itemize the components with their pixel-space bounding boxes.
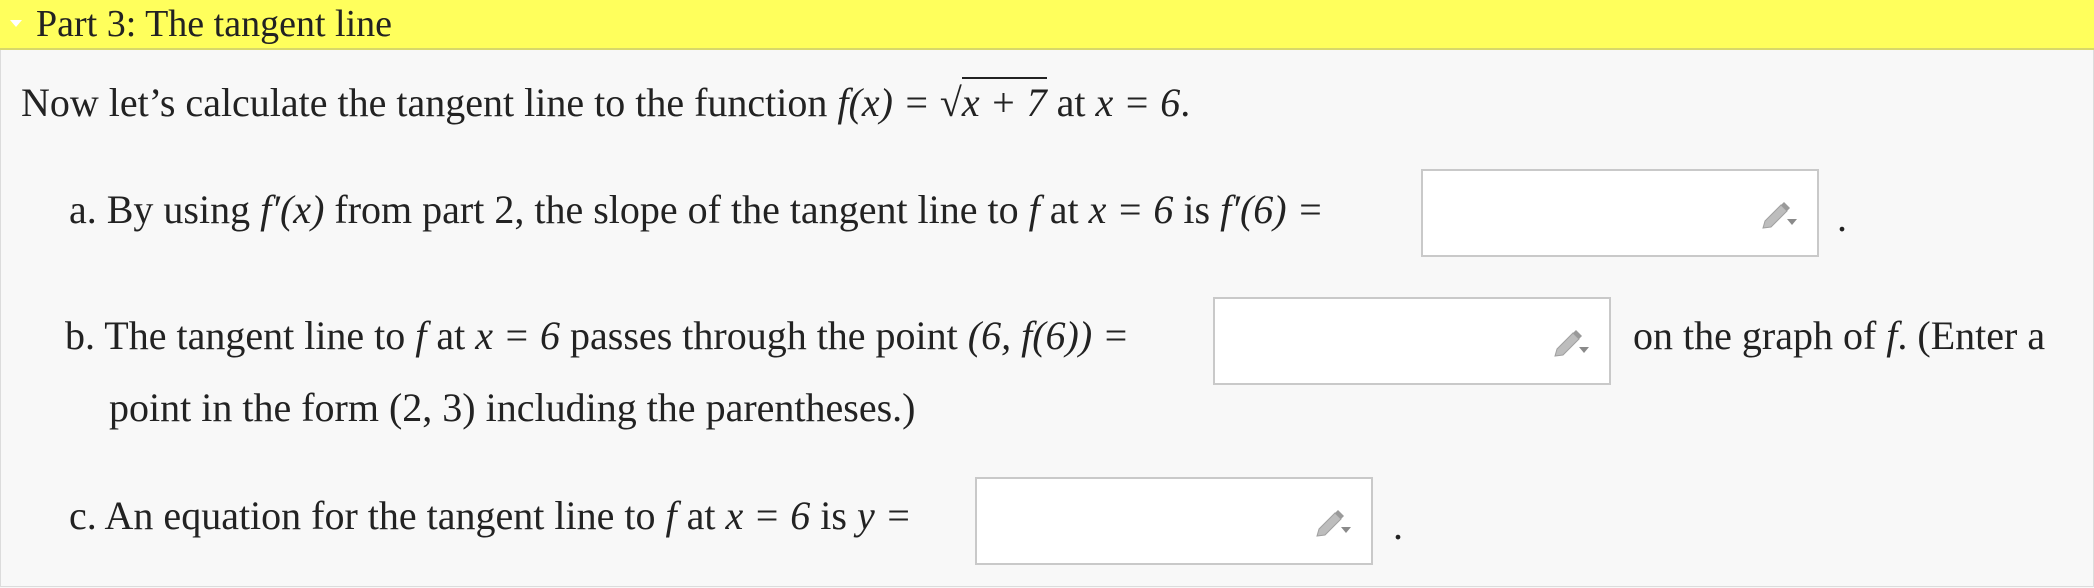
part-b-at: at [426, 313, 476, 358]
answer-input-a[interactable] [1423, 171, 1817, 255]
part-a-text: from part 2, the slope of the tangent li… [324, 187, 1029, 232]
part-b-after: on the graph of f. (Enter a [1633, 312, 2045, 360]
answer-box-a[interactable] [1421, 169, 1819, 257]
part-a-at: at [1039, 187, 1089, 232]
intro-math-sqrt-arg: x + 7 [961, 77, 1047, 125]
answer-box-c[interactable] [975, 477, 1373, 565]
part-title: Part 3: The tangent line [36, 3, 392, 45]
answer-input-b[interactable] [1215, 299, 1609, 383]
part-b-math-f: f [415, 313, 427, 358]
part-c-math-x: x = 6 [725, 493, 811, 538]
part-header[interactable]: Part 3: The tangent line [0, 0, 2094, 50]
part-b-text: passes through the point [560, 313, 968, 358]
part-a-sentence: a. By using f′(x) from part 2, the slope… [69, 186, 1324, 234]
pencil-edit-icon[interactable] [1551, 325, 1591, 357]
intro-text: Now let’s calculate the tangent line to … [21, 80, 838, 125]
part-a-label: a. By using [69, 187, 261, 232]
intro-math-f: f(x) = [837, 80, 940, 125]
part-b-math-point: (6, f(6)) = [967, 313, 1130, 358]
part-a-period: . [1837, 195, 1847, 240]
part-panel: Now let’s calculate the tangent line to … [0, 50, 2094, 587]
answer-input-c[interactable] [977, 479, 1371, 563]
sqrt-symbol: √ [939, 80, 962, 125]
answer-box-b[interactable] [1213, 297, 1611, 385]
intro-period: . [1180, 80, 1191, 125]
part-b-math-x: x = 6 [475, 313, 561, 358]
pencil-edit-icon[interactable] [1313, 505, 1353, 537]
intro-at: at [1046, 80, 1096, 125]
part-b-line2: point in the form (2, 3) including the p… [109, 385, 916, 430]
part-b-after2: . (Enter a [1897, 313, 2046, 358]
part-a-math-fprime6: f′(6) = [1220, 187, 1324, 232]
part-b-sentence: b. The tangent line to f at x = 6 passes… [65, 312, 1129, 360]
part-b-label: b. The tangent line to [65, 313, 416, 358]
part-c-sentence: c. An equation for the tangent line to f… [69, 492, 912, 540]
part-a-math-fprime-x: f′(x) [260, 187, 325, 232]
part-b-math-f2: f [1886, 313, 1898, 358]
intro-sentence: Now let’s calculate the tangent line to … [21, 77, 1191, 127]
part-c-at: at [676, 493, 726, 538]
chevron-down-icon[interactable] [10, 20, 22, 27]
part-b-after1: on the graph of [1633, 313, 1887, 358]
part-a-math-x: x = 6 [1088, 187, 1174, 232]
part-c-period: . [1393, 503, 1403, 548]
pencil-edit-icon[interactable] [1759, 197, 1799, 229]
part-a-is: is [1173, 187, 1221, 232]
part-c-is: is [810, 493, 857, 538]
part-c-math-f: f [665, 493, 677, 538]
intro-math-x: x = 6 [1095, 80, 1181, 125]
part-c-math-y: y = [856, 493, 912, 538]
part-c-label: c. An equation for the tangent line to [69, 493, 666, 538]
part-a-math-f: f [1028, 187, 1040, 232]
